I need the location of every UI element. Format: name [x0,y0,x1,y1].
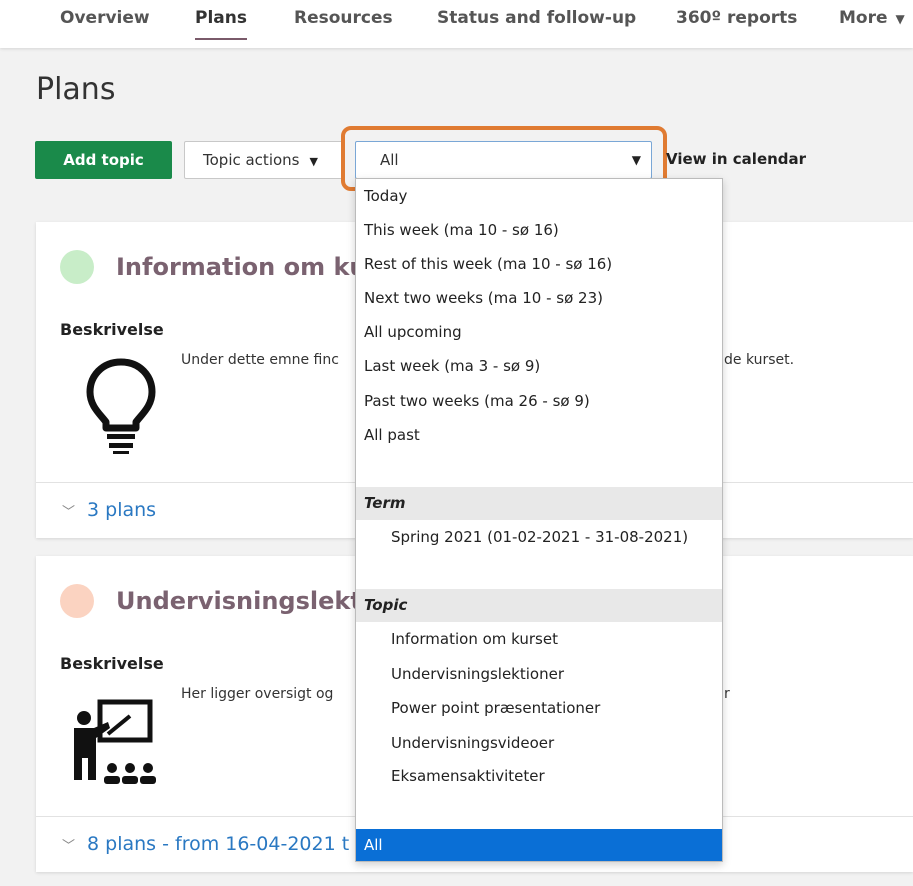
topic-color-dot [60,250,94,284]
nav-tab-overview[interactable]: Overview [60,8,150,28]
nav-tab-resources[interactable]: Resources [294,8,393,28]
option-topic-power-point[interactable]: Power point præsentationer [391,699,600,717]
option-past-two-weeks[interactable]: Past two weeks (ma 26 - sø 9) [364,392,590,410]
nav-tab-more[interactable]: More ▼ [839,8,905,28]
lightbulb-icon [86,358,156,454]
chevron-down-icon: ﹀ [62,505,76,520]
caret-down-icon: ▼ [309,155,318,168]
option-term-spring-2021[interactable]: Spring 2021 (01-02-2021 - 31-08-2021) [391,528,688,546]
group-header-term: Term [356,487,722,520]
option-all-selected[interactable]: All [356,829,722,861]
option-last-week[interactable]: Last week (ma 3 - sø 9) [364,357,540,375]
add-topic-button[interactable]: Add topic [35,141,172,179]
option-all-past[interactable]: All past [364,426,420,444]
option-all-upcoming[interactable]: All upcoming [364,323,462,341]
description-text-end: r [724,686,730,702]
plans-count: 3 plans [87,499,157,521]
nav-tab-status-follow-up[interactable]: Status and follow-up [437,8,636,28]
view-in-calendar-link[interactable]: View in calendar [666,150,806,168]
plans-toggle-link[interactable]: ﹀ 3 plans [62,499,156,521]
description-label: Beskrivelse [60,320,164,339]
option-rest-of-week[interactable]: Rest of this week (ma 10 - sø 16) [364,255,612,273]
description-label: Beskrivelse [60,654,164,673]
nav-tab-plans[interactable]: Plans [195,8,247,40]
caret-down-icon: ▼ [895,12,905,26]
teacher-presentation-icon [74,699,156,784]
top-navigation: Overview Plans Resources Status and foll… [0,0,913,48]
description-text-end: de kurset. [724,352,795,368]
option-topic-undervisningsvideoer[interactable]: Undervisningsvideoer [391,734,554,752]
topic-actions-button[interactable]: Topic actions ▼ [184,141,344,179]
option-this-week[interactable]: This week (ma 10 - sø 16) [364,221,559,239]
topic-title[interactable]: Information om ku [116,253,367,281]
option-today[interactable]: Today [364,187,407,205]
page-title: Plans [36,72,116,107]
more-label: More [839,8,888,28]
nav-tab-360-reports[interactable]: 360º reports [676,8,797,28]
chevron-down-icon: ﹀ [62,839,76,854]
option-topic-undervisningslektioner[interactable]: Undervisningslektioner [391,665,564,683]
option-topic-information[interactable]: Information om kurset [391,630,558,648]
option-next-two-weeks[interactable]: Next two weeks (ma 10 - sø 23) [364,289,603,307]
topic-title[interactable]: Undervisningslekti [116,587,370,615]
topic-color-dot [60,584,94,618]
topic-actions-label: Topic actions [203,151,300,169]
period-dropdown-list: Today This week (ma 10 - sø 16) Rest of … [355,178,723,862]
description-text: Her ligger oversigt og [181,686,334,702]
group-header-topic: Topic [356,589,722,622]
plans-toggle-link[interactable]: ﹀ 8 plans - from 16-04-2021 t [62,833,349,855]
plans-count: 8 plans - from 16-04-2021 t [87,833,350,855]
description-text: Under dette emne finc [181,352,339,368]
option-topic-eksamensaktiviteter[interactable]: Eksamensaktiviteter [391,767,545,785]
